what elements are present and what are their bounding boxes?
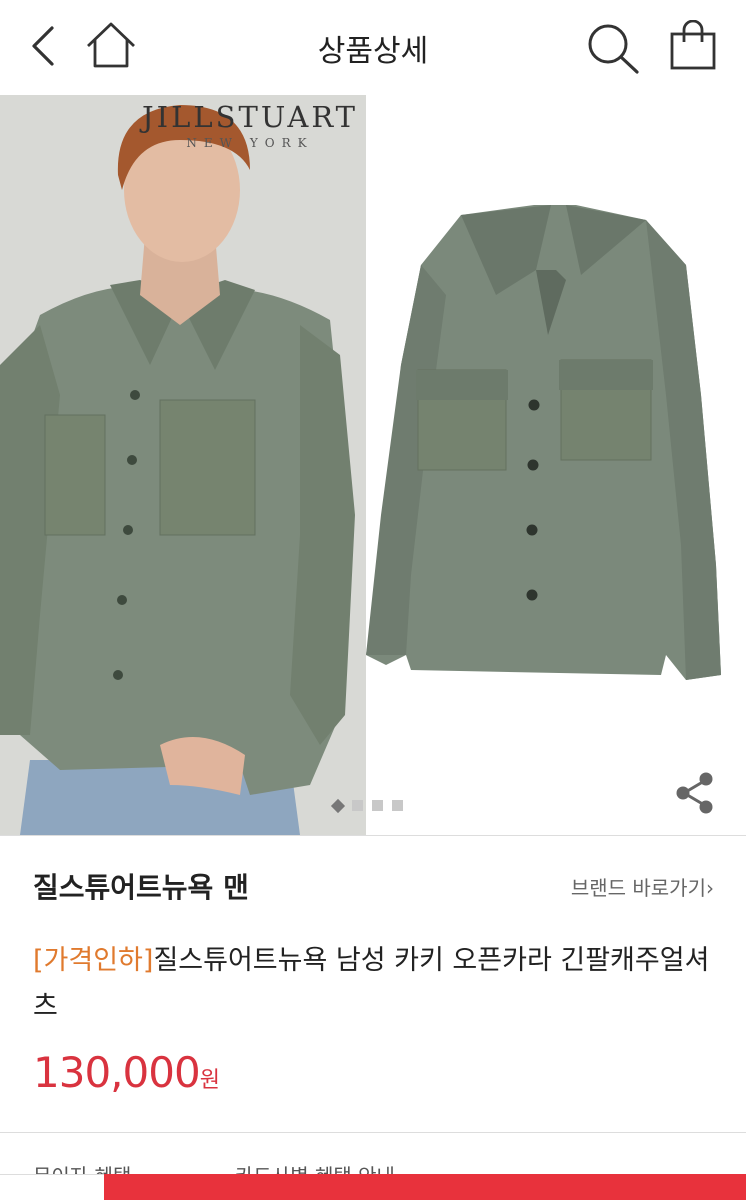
share-icon[interactable] [672,770,718,816]
bottom-bar-left[interactable] [0,1174,104,1200]
shirt-product-image [366,95,746,835]
brand-shortcut-label: 브랜드 바로가기 [570,876,706,900]
top-header: 상품상세 [0,0,746,95]
brand-shortcut-link[interactable]: 브랜드 바로가기› [571,872,714,901]
gallery-dot[interactable] [392,800,403,811]
shopping-bag-icon[interactable] [666,20,720,72]
brand-logo: JILLSTUART NEW YORK [128,100,372,150]
gallery-dot-active[interactable] [330,798,346,813]
gallery-dot[interactable] [372,800,383,811]
brand-logo-line1: JILLSTUART [142,100,358,134]
model-photo [0,95,366,835]
chevron-right-icon: › [706,876,714,900]
brand-logo-line2: NEW YORK [186,136,314,150]
product-photo [366,95,746,835]
gallery-pagination [330,798,403,813]
gallery-dot[interactable] [352,800,363,811]
product-price: 130,000원 [33,1048,220,1097]
product-image-gallery[interactable]: JILLSTUART NEW YORK [0,95,746,835]
model-wearing-shirt-image [0,95,366,835]
price-currency: 원 [199,1068,220,1093]
price-amount: 130,000 [33,1048,201,1097]
divider [0,1132,746,1133]
search-icon[interactable] [584,20,642,76]
price-drop-tag: [가격인하] [33,945,154,976]
brand-name: 질스튜어트뉴욕 맨 [33,871,249,904]
buy-button-bar[interactable] [104,1174,746,1200]
product-title: [가격인하]질스튜어트뉴욕 남성 카키 오픈카라 긴팔캐주얼셔츠 [33,938,723,1030]
divider [0,835,746,836]
